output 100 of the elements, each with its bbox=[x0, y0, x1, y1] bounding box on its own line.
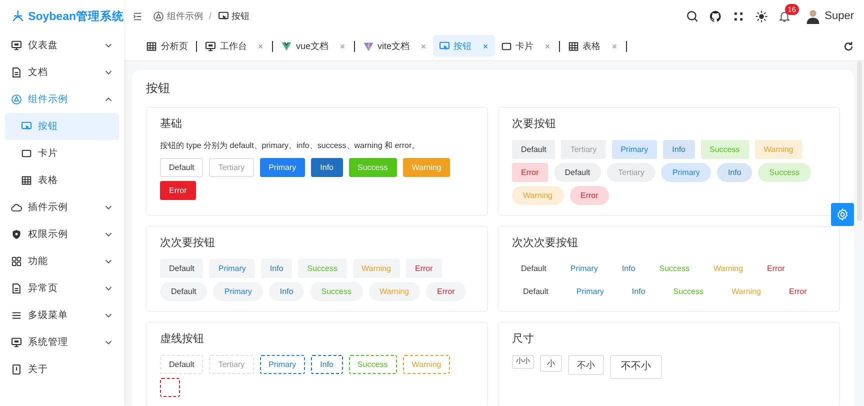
menu-icon bbox=[11, 364, 22, 375]
menu-item[interactable]: 插件示例 bbox=[5, 194, 119, 221]
tab[interactable]: 按钮 bbox=[432, 35, 495, 57]
demo-button[interactable]: Primary bbox=[561, 259, 607, 278]
demo-button[interactable]: Primary bbox=[565, 282, 615, 301]
tab[interactable]: vite文档 bbox=[356, 35, 433, 57]
sun-icon[interactable] bbox=[754, 10, 768, 22]
tab[interactable]: 表格 bbox=[562, 35, 624, 57]
demo-button[interactable]: Success bbox=[650, 259, 698, 278]
menu-item[interactable]: 功能 bbox=[5, 248, 119, 275]
search-icon[interactable] bbox=[686, 10, 699, 22]
demo-button[interactable]: Default bbox=[160, 158, 204, 177]
refresh-icon[interactable] bbox=[843, 40, 854, 52]
demo-button[interactable]: Primary bbox=[661, 163, 711, 182]
close-icon[interactable] bbox=[610, 42, 618, 50]
tab[interactable]: 卡片 bbox=[494, 35, 557, 57]
demo-button[interactable]: Error bbox=[758, 259, 794, 278]
fullscreen-icon[interactable] bbox=[732, 10, 745, 22]
collapse-menu-icon[interactable] bbox=[132, 10, 143, 22]
section-title: 次次要按钮 bbox=[160, 236, 216, 250]
close-icon[interactable] bbox=[338, 42, 346, 50]
demo-button[interactable]: Info bbox=[620, 282, 656, 301]
settings-button[interactable] bbox=[831, 203, 854, 226]
demo-button[interactable]: Error bbox=[426, 282, 466, 301]
tab-icon bbox=[500, 40, 512, 52]
demo-button[interactable]: Tertiary bbox=[209, 355, 254, 374]
tab[interactable]: 工作台 bbox=[199, 35, 270, 57]
demo-button[interactable]: Success bbox=[662, 282, 714, 301]
breadcrumb-icon bbox=[153, 10, 164, 22]
menu-icon bbox=[11, 67, 22, 78]
menu-icon bbox=[11, 337, 22, 348]
tab[interactable]: 分析页 bbox=[140, 35, 194, 57]
close-icon[interactable] bbox=[482, 42, 489, 50]
demo-button[interactable]: Error bbox=[570, 186, 610, 205]
submenu-item[interactable]: 表格 bbox=[5, 167, 119, 194]
menu-item[interactable]: 文档 bbox=[5, 59, 119, 86]
demo-button[interactable]: Error bbox=[406, 259, 442, 278]
menu-item[interactable]: 组件示例 bbox=[5, 86, 119, 113]
menu-icon bbox=[11, 256, 22, 267]
demo-button[interactable]: Error bbox=[512, 163, 548, 182]
demo-button[interactable]: Default bbox=[160, 282, 208, 301]
demo-button[interactable]: Info bbox=[260, 259, 292, 278]
demo-button[interactable]: Default bbox=[554, 163, 602, 182]
demo-button[interactable]: 不小 bbox=[568, 355, 604, 375]
demo-button[interactable]: 不不小 bbox=[610, 355, 662, 379]
menu-icon bbox=[11, 283, 22, 294]
demo-button[interactable]: Error bbox=[778, 282, 818, 301]
close-icon[interactable] bbox=[257, 42, 264, 50]
demo-button[interactable] bbox=[160, 378, 180, 397]
demo-button[interactable]: Default bbox=[512, 282, 560, 301]
demo-button[interactable]: Success bbox=[348, 158, 397, 177]
section-title: 基础 bbox=[160, 117, 183, 131]
demo-button[interactable]: Primary bbox=[209, 259, 255, 278]
avatar-icon[interactable] bbox=[804, 8, 821, 24]
page-title: 按钮 bbox=[146, 80, 171, 97]
breadcrumb-item[interactable]: 按钮 bbox=[232, 10, 250, 22]
demo-button[interactable]: Info bbox=[663, 140, 694, 159]
demo-button[interactable]: 小 bbox=[540, 355, 562, 372]
menu-icon bbox=[21, 175, 32, 186]
menu-icon bbox=[11, 40, 22, 51]
demo-button[interactable]: Info bbox=[716, 163, 752, 182]
demo-button[interactable]: Primary bbox=[260, 355, 306, 374]
menu-item[interactable]: 系统管理 bbox=[5, 329, 119, 356]
section-title: 次要按钮 bbox=[512, 117, 557, 131]
tab[interactable]: vue文档 bbox=[275, 35, 352, 57]
app-title: Soybean管理系统 bbox=[28, 9, 124, 24]
github-icon[interactable] bbox=[708, 10, 722, 22]
demo-button[interactable]: Default bbox=[512, 140, 556, 159]
demo-button[interactable]: Primary bbox=[612, 140, 658, 159]
menu-icon bbox=[21, 148, 32, 159]
menu-item[interactable]: 仪表盘 bbox=[5, 32, 119, 59]
demo-button[interactable]: Primary bbox=[213, 282, 263, 301]
submenu-item[interactable]: 卡片 bbox=[5, 140, 119, 167]
demo-button[interactable]: Info bbox=[268, 282, 304, 301]
section-title: 虚线按钮 bbox=[160, 332, 205, 346]
demo-button[interactable]: Info bbox=[612, 259, 644, 278]
menu-item[interactable]: 多级菜单 bbox=[5, 302, 119, 329]
demo-button[interactable]: Tertiary bbox=[607, 163, 656, 182]
menu-item[interactable]: 异常页 bbox=[5, 275, 119, 302]
demo-button[interactable]: Info bbox=[311, 355, 342, 374]
demo-button[interactable]: Error bbox=[160, 181, 196, 200]
tab-icon bbox=[281, 40, 292, 52]
demo-button[interactable]: Success bbox=[348, 355, 397, 374]
tab-icon bbox=[205, 40, 216, 52]
breadcrumb-icon bbox=[218, 10, 229, 22]
submenu-item[interactable]: 按钮 bbox=[5, 113, 119, 140]
menu-item[interactable]: 关于 bbox=[5, 356, 119, 383]
demo-button[interactable]: Default bbox=[160, 355, 204, 374]
close-icon[interactable] bbox=[544, 42, 551, 50]
close-icon[interactable] bbox=[420, 42, 427, 50]
breadcrumb-item[interactable]: 组件示例 bbox=[167, 10, 203, 22]
demo-button[interactable]: Default bbox=[160, 259, 204, 278]
user-name[interactable]: Super bbox=[824, 10, 854, 22]
demo-button[interactable]: Default bbox=[512, 259, 556, 278]
demo-button[interactable]: Primary bbox=[260, 158, 306, 177]
menu-item[interactable]: 权限示例 bbox=[5, 221, 119, 248]
demo-button[interactable]: Tertiary bbox=[209, 158, 254, 177]
demo-button[interactable]: Info bbox=[311, 158, 342, 177]
menu-icon bbox=[21, 121, 32, 132]
demo-button[interactable]: Tertiary bbox=[561, 140, 606, 159]
